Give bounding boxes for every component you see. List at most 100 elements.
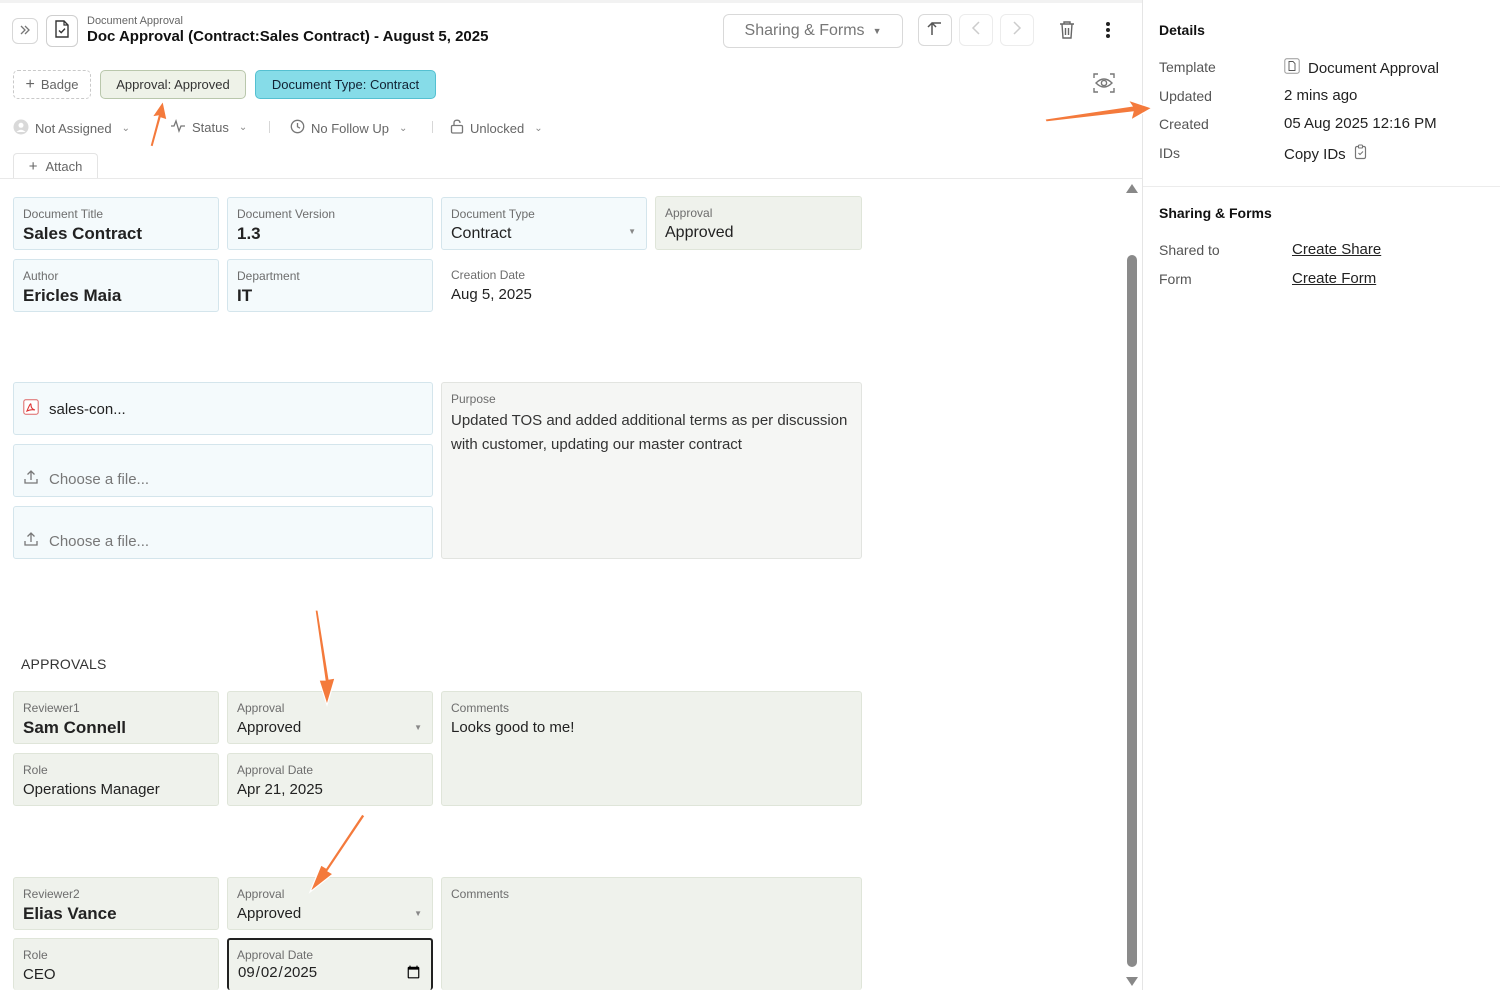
upload-button[interactable] (918, 14, 952, 46)
department-field[interactable]: Department IT (227, 259, 433, 312)
choose-file-placeholder: Choose a file... (49, 470, 150, 488)
form-label: Form (1159, 271, 1192, 287)
field-value: Apr 21, 2025 (237, 781, 323, 798)
delete-button[interactable] (1055, 20, 1079, 44)
field-label: Department (237, 269, 300, 283)
attach-tab[interactable]: + Attach (13, 153, 98, 179)
document-icon (1284, 58, 1300, 78)
follow-up-dropdown[interactable]: No Follow Up ⌄ (290, 119, 407, 137)
scrollbar-thumb[interactable] (1127, 255, 1137, 967)
created-value: 05 Aug 2025 12:16 PM (1284, 115, 1437, 132)
creation-date-field[interactable]: Creation Date Aug 5, 2025 (441, 258, 647, 311)
reviewer1-field[interactable]: Reviewer1 Sam Connell (13, 691, 219, 744)
chevron-down-icon: ⌄ (534, 122, 543, 134)
reviewer1-role-field[interactable]: Role Operations Manager (13, 753, 219, 806)
reviewer1-approval-date[interactable]: Approval Date Apr 21, 2025 (227, 753, 433, 806)
field-value: Approved (237, 719, 302, 736)
lock-label: Unlocked (470, 120, 525, 136)
unlock-icon (450, 119, 464, 137)
field-label: Reviewer1 (23, 701, 80, 715)
reviewer2-role-field[interactable]: Role CEO (13, 938, 219, 990)
expand-sidebar-button[interactable] (12, 18, 38, 44)
file-name: sales-con... (49, 400, 126, 418)
purpose-textarea[interactable]: Purpose Updated TOS and added additional… (441, 382, 862, 559)
copy-ids-button[interactable]: Copy IDs (1284, 144, 1368, 164)
upload-icon (23, 469, 39, 489)
scroll-down-arrow-icon[interactable] (1126, 977, 1138, 986)
scroll-up-arrow-icon[interactable] (1126, 184, 1138, 193)
field-label: Approval Date (237, 763, 314, 777)
breadcrumb[interactable]: Document Approval (87, 15, 183, 27)
field-label: Approval (665, 206, 713, 220)
more-vertical-icon (1105, 21, 1111, 44)
sharing-forms-button[interactable]: Sharing & Forms ▼ (723, 14, 903, 48)
template-value[interactable]: Document Approval (1284, 58, 1439, 78)
author-field[interactable]: Author Ericles Maia (13, 259, 219, 312)
create-share-link[interactable]: Create Share (1292, 241, 1381, 258)
field-value: Ericles Maia (23, 286, 122, 305)
approval-date-input[interactable] (237, 963, 423, 982)
field-label: Role (23, 948, 48, 962)
plus-icon: + (28, 158, 38, 175)
file-attachment-1[interactable]: sales-con... (13, 382, 433, 435)
plus-icon: + (25, 75, 35, 93)
next-record-button[interactable] (1000, 14, 1034, 46)
header-divider (0, 178, 1142, 179)
sharing-forms-label: Sharing & Forms (744, 22, 865, 39)
approval-badge[interactable]: Approval: Approved (100, 70, 246, 99)
sharing-forms-title: Sharing & Forms (1159, 205, 1272, 221)
approval-field[interactable]: Approval Approved (655, 196, 862, 250)
add-badge-button[interactable]: + Badge (13, 70, 91, 99)
create-form-link[interactable]: Create Form (1292, 270, 1376, 287)
follow-up-label: No Follow Up (311, 120, 390, 136)
pdf-file-icon (23, 399, 39, 419)
document-type-badge[interactable]: Document Type: Contract (255, 70, 436, 99)
template-label: Template (1159, 59, 1216, 75)
preview-button[interactable] (1091, 72, 1117, 98)
reviewer1-comments[interactable]: Comments Looks good to me! (441, 691, 862, 806)
field-value: Operations Manager (23, 781, 160, 798)
document-approval-screen: Document Approval Doc Approval (Contract… (0, 0, 1500, 990)
choose-file-placeholder: Choose a file... (49, 532, 150, 550)
reviewer2-approval-select[interactable]: Approval Approved ▼ (227, 877, 433, 930)
more-options-button[interactable] (1098, 20, 1118, 44)
document-title-field[interactable]: Document Title Sales Contract (13, 197, 219, 250)
previous-record-button[interactable] (959, 14, 993, 46)
field-label: Purpose (451, 392, 496, 406)
field-label: Comments (451, 887, 510, 901)
document-check-icon (54, 19, 70, 43)
caret-down-icon: ▼ (414, 909, 422, 918)
ids-label: IDs (1159, 145, 1180, 161)
assignee-dropdown[interactable]: Not Assigned ⌄ (13, 119, 130, 138)
field-label: Document Type (451, 207, 535, 221)
file-upload-2[interactable]: Choose a file... (13, 444, 433, 497)
reviewer2-field[interactable]: Reviewer2 Elias Vance (13, 877, 219, 930)
field-label: Author (23, 269, 59, 283)
caret-down-icon: ▼ (628, 227, 636, 236)
chevron-right-icon (1012, 20, 1022, 41)
field-label: Creation Date (451, 268, 526, 282)
chevron-down-icon: ⌄ (238, 122, 248, 133)
attach-label: Attach (45, 159, 83, 174)
document-type-select[interactable]: Document Type Contract ▼ (441, 197, 647, 250)
reviewer2-approval-date-input[interactable]: Approval Date (227, 938, 433, 990)
eye-preview-icon (1092, 72, 1116, 99)
lock-dropdown[interactable]: Unlocked ⌄ (450, 119, 543, 137)
field-value: Contract (451, 225, 512, 242)
top-border (0, 0, 1142, 3)
upload-icon (23, 531, 39, 551)
chevrons-right-icon (19, 23, 31, 39)
field-value: Approved (237, 905, 302, 922)
details-title: Details (1159, 22, 1205, 38)
reviewer1-approval-select[interactable]: Approval Approved ▼ (227, 691, 433, 744)
file-upload-3[interactable]: Choose a file... (13, 506, 433, 559)
reviewer2-comments[interactable]: Comments (441, 877, 862, 990)
user-avatar-icon (13, 119, 29, 138)
field-value: Aug 5, 2025 (451, 286, 532, 303)
document-version-field[interactable]: Document Version 1.3 (227, 197, 433, 250)
updated-label: Updated (1159, 88, 1212, 104)
trash-icon (1058, 20, 1076, 45)
status-dropdown[interactable]: Status ⌄ (170, 119, 247, 136)
created-label: Created (1159, 116, 1209, 132)
updated-value: 2 mins ago (1284, 87, 1358, 104)
